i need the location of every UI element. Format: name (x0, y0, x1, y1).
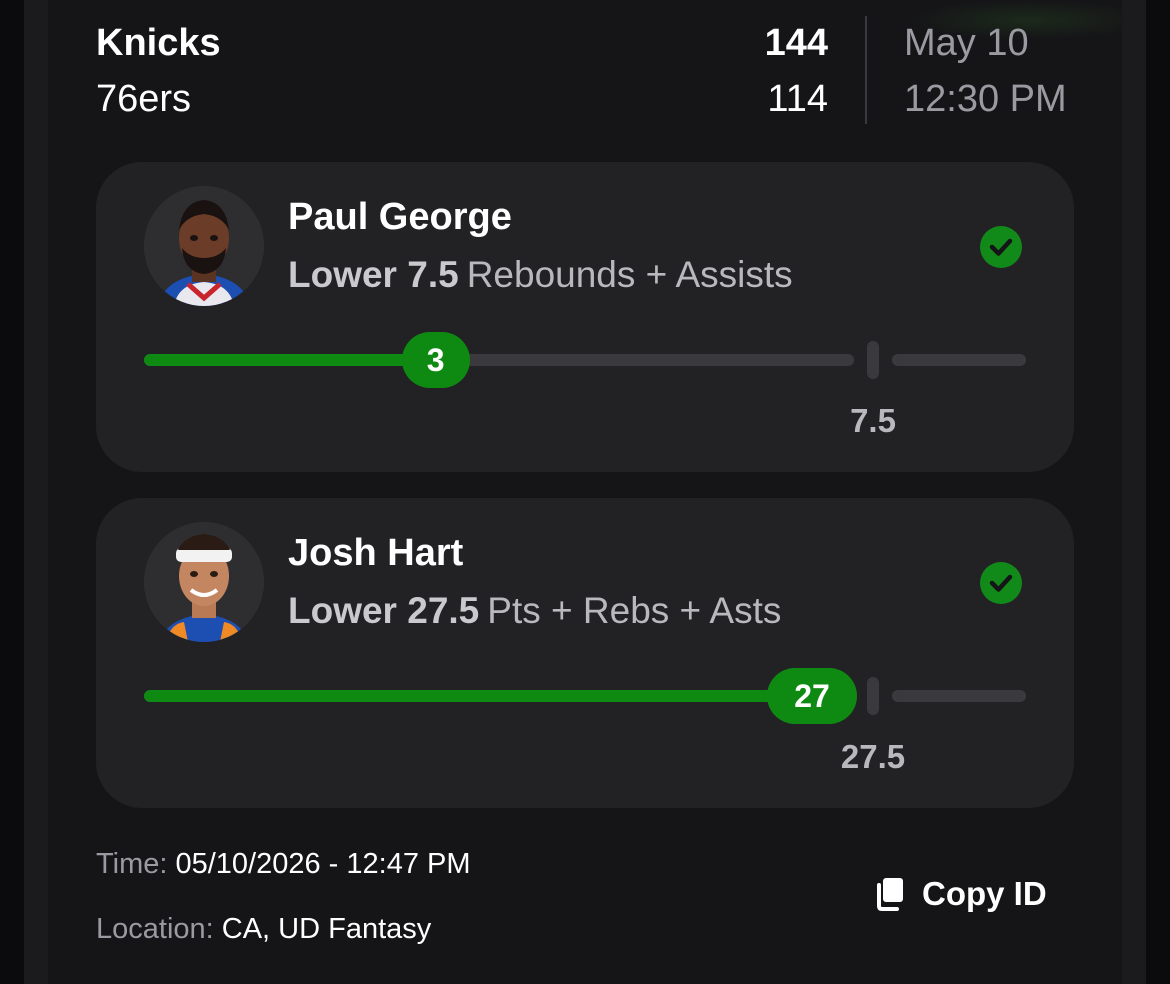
pick-stat-type: Rebounds + Assists (466, 254, 793, 295)
pick-card[interactable]: Paul George Lower 7.5 Rebounds + Assists … (96, 162, 1074, 472)
progress-track-end (892, 690, 1026, 702)
progress-fill (144, 354, 436, 366)
entry-location-value: CA, UD Fantasy (221, 913, 432, 945)
away-team-name: 76ers (96, 78, 192, 120)
game-date: May 10 (904, 22, 1029, 64)
line-value-label: 27.5 (840, 738, 906, 775)
pick-detail-panel (48, 0, 1148, 984)
player-headshot-icon (144, 522, 264, 642)
entry-time: Time: 05/10/2026 - 12:47 PM (96, 848, 471, 881)
line-value-label: 7.5 (850, 402, 896, 439)
player-avatar (144, 186, 264, 306)
home-team-score: 144 (764, 22, 828, 64)
pick-card[interactable]: Josh Hart Lower 27.5 Pts + Rebs + Asts 27… (96, 498, 1074, 808)
check-circle-icon (980, 562, 1022, 604)
copy-id-label: Copy ID (922, 875, 1047, 912)
pick-stat-type: Pts + Rebs + Asts (487, 590, 782, 631)
right-edge (1122, 0, 1146, 984)
line-marker (867, 677, 879, 715)
copy-icon (874, 877, 904, 911)
result-value-badge: 27 (767, 668, 857, 724)
player-name: Josh Hart (288, 532, 464, 574)
header-divider (865, 16, 867, 124)
progress-track-end (892, 354, 1026, 366)
entry-time-label: Time: (96, 848, 176, 880)
player-avatar (144, 522, 264, 642)
entry-location-label: Location: (96, 913, 222, 945)
pick-direction: Lower 7.5 (288, 254, 459, 295)
entry-time-value: 05/10/2026 - 12:47 PM (175, 848, 471, 880)
game-time: 12:30 PM (904, 78, 1067, 120)
pick-direction: Lower 27.5 (288, 590, 480, 631)
home-team-name: Knicks (96, 22, 221, 64)
line-marker (867, 341, 879, 379)
pick-line: Lower 7.5 Rebounds + Assists (288, 254, 793, 296)
result-value-badge: 3 (401, 332, 470, 388)
progress-fill (144, 690, 812, 702)
screen: Knicks 76ers 144 114 May 10 12:30 PM Pau… (0, 0, 1170, 984)
player-headshot-icon (144, 186, 264, 306)
pick-line: Lower 27.5 Pts + Rebs + Asts (288, 590, 781, 632)
player-name: Paul George (288, 196, 512, 238)
check-circle-icon (980, 226, 1022, 268)
away-team-score: 114 (767, 78, 828, 120)
entry-location: Location: CA, UD Fantasy (96, 913, 431, 946)
copy-id-button[interactable]: Copy ID (874, 872, 1047, 916)
left-edge (24, 0, 48, 984)
